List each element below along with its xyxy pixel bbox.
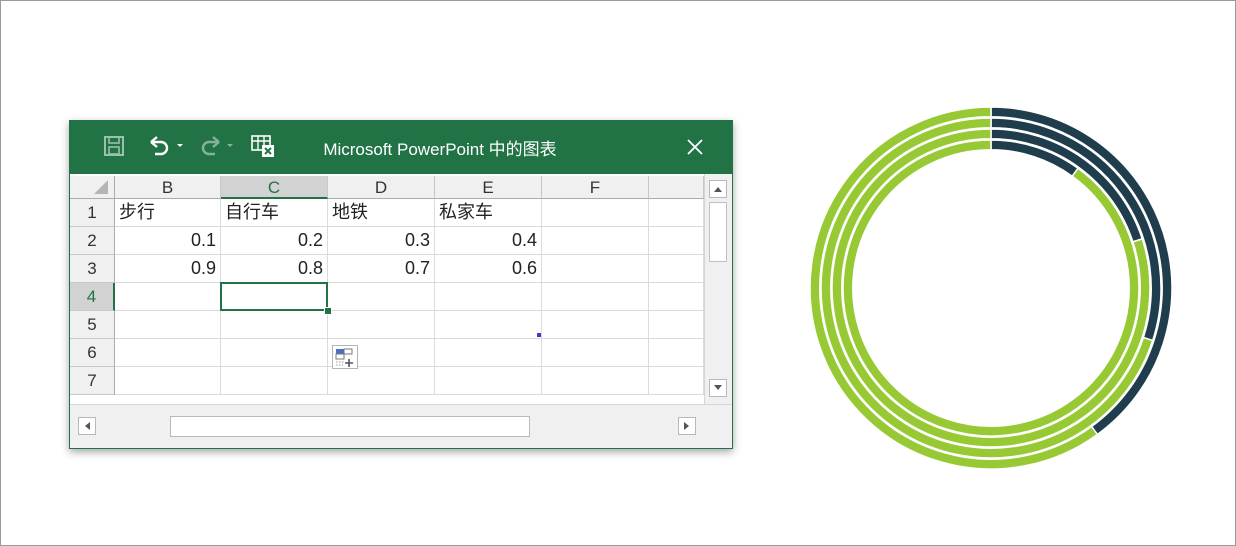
horizontal-scrollbar[interactable] [70, 404, 732, 448]
scroll-left-button[interactable] [78, 417, 96, 435]
scroll-right-button[interactable] [678, 417, 696, 435]
close-button[interactable] [678, 133, 712, 161]
cell[interactable] [221, 367, 328, 395]
close-icon [687, 139, 703, 155]
column-header[interactable]: E [435, 176, 542, 199]
cell[interactable] [328, 367, 435, 395]
quick-analysis-button[interactable] [332, 345, 358, 369]
column-header[interactable]: F [542, 176, 649, 199]
fill-handle[interactable] [324, 307, 332, 315]
arrow-down-icon [714, 385, 722, 390]
cell[interactable] [328, 283, 435, 311]
column-header[interactable] [649, 176, 704, 199]
column-header[interactable]: B [115, 176, 221, 199]
cell[interactable]: 自行车 [221, 199, 328, 227]
spreadsheet-grid[interactable]: B C D E F 1 步行 自行车 地铁 私家车 2 0.1 0.2 0.3 0.4 3 0.9 0.8 0.7 0… [70, 174, 704, 404]
cell[interactable]: 地铁 [328, 199, 435, 227]
horizontal-scroll-thumb[interactable] [170, 416, 530, 437]
cell[interactable] [435, 367, 542, 395]
save-button[interactable] [100, 133, 128, 159]
row-header[interactable]: 2 [70, 227, 115, 255]
row-header[interactable]: 1 [70, 199, 115, 227]
cell[interactable] [649, 311, 704, 339]
row-header[interactable]: 5 [70, 311, 115, 339]
redo-icon [201, 136, 233, 156]
cell[interactable]: 0.4 [435, 227, 542, 255]
save-icon [104, 136, 124, 156]
cell[interactable] [115, 339, 221, 367]
column-header[interactable]: C [221, 176, 328, 199]
column-header[interactable]: D [328, 176, 435, 199]
title-bar: Microsoft PowerPoint 中的图表 [70, 121, 732, 174]
cell[interactable] [221, 339, 328, 367]
active-cell-selection[interactable] [220, 282, 328, 311]
row-header[interactable]: 3 [70, 255, 115, 283]
cell[interactable]: 0.6 [435, 255, 542, 283]
cell[interactable]: 0.3 [328, 227, 435, 255]
quick-analysis-icon [335, 348, 353, 367]
cell[interactable] [435, 283, 542, 311]
cell[interactable]: 0.9 [115, 255, 221, 283]
cell[interactable] [542, 227, 649, 255]
chart-data-window: Microsoft PowerPoint 中的图表 B C D E F 1 步行 自行车 地铁私… [69, 120, 733, 449]
cell[interactable] [542, 311, 649, 339]
cell[interactable] [542, 255, 649, 283]
row-header[interactable]: 7 [70, 367, 115, 395]
cell[interactable]: 0.7 [328, 255, 435, 283]
cell[interactable]: 私家车 [435, 199, 542, 227]
cell[interactable]: 步行 [115, 199, 221, 227]
vertical-scrollbar[interactable] [704, 174, 732, 405]
arrow-right-icon [684, 422, 689, 430]
cell[interactable] [115, 283, 221, 311]
cell[interactable] [649, 199, 704, 227]
cell[interactable] [649, 255, 704, 283]
cell[interactable] [542, 367, 649, 395]
cell[interactable] [542, 339, 649, 367]
arrow-up-icon [714, 187, 722, 192]
donut-chart[interactable] [791, 88, 1191, 488]
cell[interactable]: 0.1 [115, 227, 221, 255]
cell[interactable] [221, 311, 328, 339]
cell[interactable] [542, 199, 649, 227]
cell[interactable] [649, 227, 704, 255]
cell[interactable] [435, 311, 542, 339]
cell[interactable] [328, 311, 435, 339]
vertical-scroll-thumb[interactable] [709, 202, 727, 262]
cell[interactable] [115, 367, 221, 395]
cell[interactable] [649, 367, 704, 395]
undo-button[interactable] [144, 133, 188, 159]
cell[interactable] [649, 283, 704, 311]
select-all-corner[interactable] [70, 176, 115, 199]
scroll-up-button[interactable] [709, 180, 727, 198]
cell[interactable]: 0.8 [221, 255, 328, 283]
slide-frame: Microsoft PowerPoint 中的图表 B C D E F 1 步行 自行车 地铁私… [0, 0, 1236, 546]
cell[interactable] [649, 339, 704, 367]
cell[interactable] [542, 283, 649, 311]
redo-button[interactable] [194, 133, 238, 159]
cell[interactable] [115, 311, 221, 339]
row-header[interactable]: 6 [70, 339, 115, 367]
scroll-down-button[interactable] [709, 379, 727, 397]
donut-slice[interactable] [842, 139, 1140, 437]
undo-icon [150, 136, 183, 156]
cell[interactable] [435, 339, 542, 367]
data-range-handle[interactable] [537, 333, 541, 337]
row-header[interactable]: 4 [70, 283, 115, 311]
cell[interactable]: 0.2 [221, 227, 328, 255]
window-title: Microsoft PowerPoint 中的图表 [323, 140, 557, 159]
arrow-left-icon [85, 422, 90, 430]
